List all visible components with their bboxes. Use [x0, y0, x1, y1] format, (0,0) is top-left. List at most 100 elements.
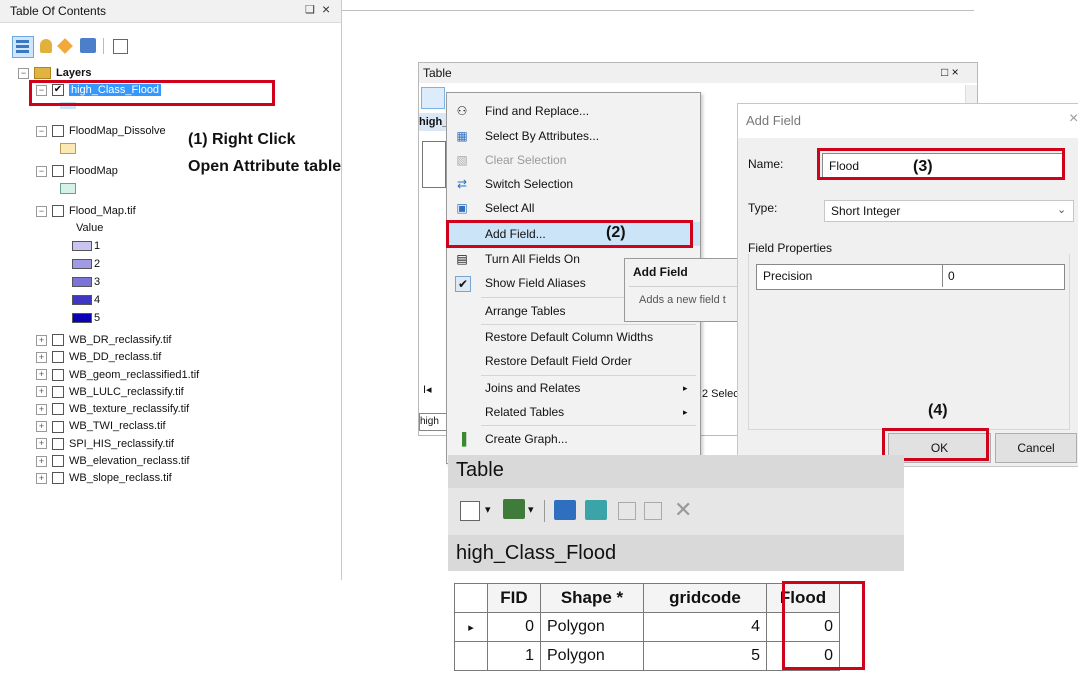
menu-item-clear-selection[interactable]: ▧ Clear Selection [447, 148, 700, 172]
chevron-down-icon[interactable]: ▾ [528, 503, 534, 516]
cancel-button[interactable]: Cancel [995, 433, 1077, 463]
layer-checkbox[interactable] [52, 420, 64, 433]
layers-root[interactable]: − Layers [18, 65, 91, 81]
list-by-selection-icon[interactable] [80, 38, 96, 53]
menu-item-switch-selection[interactable]: ⇄ Switch Selection [447, 172, 700, 196]
table-window-title: Table [423, 66, 452, 80]
zoom-table-toolbar: ▾ ▾ ✕ [448, 488, 904, 535]
pin-icon[interactable]: ❑ [305, 3, 315, 16]
layer-checkbox[interactable] [52, 125, 64, 138]
cell-fid[interactable]: 1 [487, 641, 541, 671]
map-view-border [341, 10, 974, 11]
layer-item[interactable]: + WB_LULC_reclassify.tif [36, 384, 199, 400]
zoom-table-tab[interactable]: high_Class_Flood [448, 535, 904, 571]
layer-checkbox[interactable] [52, 472, 64, 485]
column-header-gridcode[interactable]: gridcode [643, 583, 767, 613]
collapse-icon[interactable]: − [36, 125, 47, 137]
select-by-attributes-icon[interactable] [554, 500, 576, 520]
type-select[interactable]: Short Integer ⌄ [824, 200, 1074, 222]
layer-item[interactable]: + WB_slope_reclass.tif [36, 470, 199, 486]
cell-gridcode[interactable]: 5 [643, 641, 767, 671]
layer-item[interactable]: + WB_DD_reclass.tif [36, 349, 199, 365]
window-controls[interactable]: □ × [941, 65, 959, 79]
layer-symbol-swatch [60, 143, 76, 154]
table-tab[interactable]: high_ [419, 113, 449, 131]
clear-selection-icon[interactable] [618, 502, 636, 520]
menu-item-restore-field-order[interactable]: Restore Default Field Order [447, 349, 700, 373]
options-icon[interactable] [113, 39, 128, 54]
table-options-icon[interactable] [460, 501, 480, 521]
menu-item-select-all[interactable]: ▣ Select All [447, 196, 700, 220]
menu-item-restore-column-widths[interactable]: Restore Default Column Widths [447, 325, 700, 349]
expand-icon[interactable]: + [36, 386, 47, 398]
layers-icon [34, 67, 51, 80]
submenu-arrow-icon: ▸ [683, 407, 688, 417]
cell-gridcode[interactable]: 4 [643, 612, 767, 642]
expand-icon[interactable]: + [36, 351, 47, 363]
menu-item-create-graph[interactable]: ▐ Create Graph... [447, 427, 700, 451]
menu-item-joins-relates[interactable]: Joins and Relates ▸ [447, 376, 700, 400]
expand-icon[interactable]: + [36, 334, 47, 346]
step4-annotation: (4) [928, 402, 948, 419]
list-icon [16, 40, 29, 53]
list-by-source-icon[interactable] [40, 39, 52, 53]
layer-item-floodmap[interactable]: − FloodMap [36, 163, 118, 179]
column-header-fid[interactable]: FID [487, 583, 541, 613]
layer-item[interactable]: + WB_DR_reclassify.tif [36, 332, 199, 348]
row-selector-header[interactable] [454, 583, 488, 613]
layer-item-flood-map-tif[interactable]: − Flood_Map.tif [36, 203, 136, 219]
cell-shape[interactable]: Polygon [540, 641, 644, 671]
row-selector[interactable] [454, 641, 488, 671]
layer-item[interactable]: + WB_TWI_reclass.tif [36, 418, 199, 434]
layer-checkbox[interactable] [52, 351, 64, 364]
first-record-button[interactable]: I◂ [423, 383, 432, 396]
expand-icon[interactable]: + [36, 369, 47, 381]
list-by-drawing-order-button[interactable] [12, 36, 34, 58]
collapse-icon[interactable]: − [18, 67, 29, 79]
collapse-icon[interactable]: − [36, 165, 47, 177]
zoom-table-title: Table [456, 459, 504, 481]
layer-item[interactable]: + WB_geom_reclassified1.tif [36, 367, 199, 383]
expand-icon[interactable]: + [36, 403, 47, 415]
layer-checkbox[interactable] [52, 205, 64, 218]
layer-checkbox[interactable] [52, 403, 64, 416]
collapse-icon[interactable]: − [36, 205, 47, 217]
legend-item: 4 [72, 292, 100, 308]
expand-icon[interactable]: + [36, 455, 47, 467]
related-tables-icon[interactable] [503, 499, 525, 519]
menu-item-related-tables[interactable]: Related Tables ▸ [447, 400, 700, 424]
layer-item[interactable]: + SPI_HIS_reclassify.tif [36, 436, 199, 452]
layer-checkbox[interactable] [52, 368, 64, 381]
switch-selection-icon[interactable] [585, 500, 607, 520]
menu-item-find-replace[interactable]: ⚇ Find and Replace... [447, 99, 700, 123]
expand-icon[interactable]: + [36, 438, 47, 450]
layer-checkbox[interactable] [52, 334, 64, 347]
highlight-box-add-field [446, 220, 693, 248]
zoom-to-selected-icon[interactable] [644, 502, 662, 520]
menu-item-select-by-attributes[interactable]: ▦ Select By Attributes... [447, 124, 700, 148]
table-options-button[interactable] [421, 87, 445, 109]
layer-checkbox[interactable] [52, 165, 64, 178]
table-tab-bottom[interactable]: high [419, 413, 447, 431]
layer-item[interactable]: + WB_texture_reclassify.tif [36, 401, 199, 417]
layer-item-floodmap-dissolve[interactable]: − FloodMap_Dissolve [36, 123, 166, 139]
legend-swatch [72, 313, 92, 324]
layer-item[interactable]: + WB_elevation_reclass.tif [36, 453, 199, 469]
layer-checkbox[interactable] [52, 437, 64, 450]
legend-swatch [72, 259, 92, 270]
dialog-title-bar: Add Field × [738, 104, 1078, 138]
cell-shape[interactable]: Polygon [540, 612, 644, 642]
close-icon[interactable]: × [322, 1, 330, 17]
column-header-shape[interactable]: Shape * [540, 583, 644, 613]
row-selector[interactable]: ▸ [454, 612, 488, 642]
layer-checkbox[interactable] [52, 455, 64, 468]
layer-checkbox[interactable] [52, 385, 64, 398]
select-table-icon: ▦ [456, 129, 468, 143]
cell-fid[interactable]: 0 [487, 612, 541, 642]
delete-selected-icon[interactable]: ✕ [674, 497, 692, 523]
chevron-down-icon[interactable]: ▾ [485, 503, 491, 516]
close-icon[interactable]: × [1069, 110, 1078, 128]
list-by-visibility-icon[interactable] [57, 38, 73, 54]
expand-icon[interactable]: + [36, 472, 47, 484]
expand-icon[interactable]: + [36, 421, 47, 433]
